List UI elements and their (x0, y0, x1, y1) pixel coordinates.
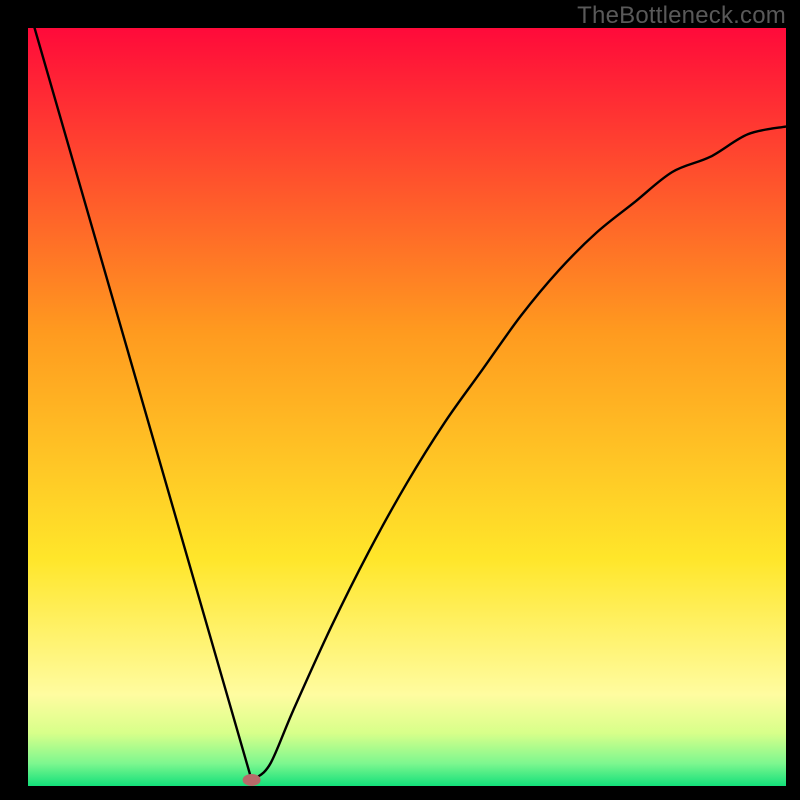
watermark-label: TheBottleneck.com (577, 2, 786, 30)
vertex-marker (243, 774, 261, 786)
chart-frame: TheBottleneck.com (0, 0, 800, 800)
chart-svg (28, 28, 786, 786)
chart-background (28, 28, 786, 786)
